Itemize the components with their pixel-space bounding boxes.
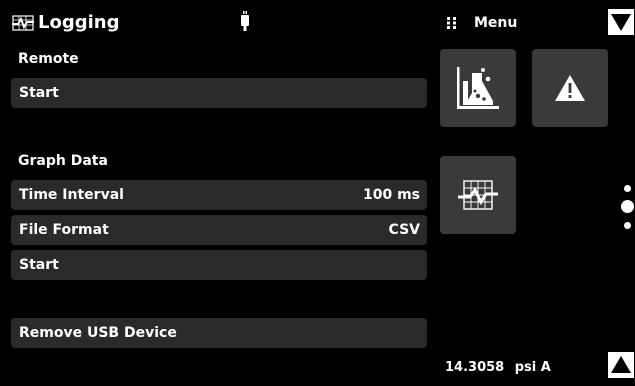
- graph-tile-button[interactable]: [440, 156, 516, 234]
- remote-start-button[interactable]: Start: [11, 78, 427, 108]
- arrow-up-icon: [611, 356, 631, 373]
- section-graph-data-label: Graph Data: [18, 153, 108, 169]
- pressure-unit: psi A: [514, 360, 551, 375]
- warning-tile-button[interactable]: [532, 49, 608, 127]
- remove-usb-button[interactable]: Remove USB Device: [11, 318, 427, 348]
- menu-button[interactable]: Menu: [474, 15, 517, 31]
- graph-icon: [458, 180, 498, 210]
- time-interval-value: 100 ms: [362, 187, 420, 203]
- page-dot-active: [621, 200, 634, 213]
- pressure-value: 14.3058: [445, 360, 505, 375]
- menu-grid-icon[interactable]: [446, 15, 458, 29]
- pressure-reading: 14.3058 psi A: [445, 360, 551, 375]
- scroll-up-button[interactable]: [608, 352, 634, 378]
- file-format-row[interactable]: File Format CSV: [11, 215, 427, 245]
- page-dot: [624, 185, 631, 192]
- scroll-down-button[interactable]: [608, 9, 634, 35]
- graph-start-label: Start: [19, 257, 59, 273]
- lab-tile-button[interactable]: [440, 49, 516, 127]
- time-interval-label: Time Interval: [19, 187, 124, 203]
- lab-flask-icon: [457, 67, 499, 109]
- section-remote-label: Remote: [18, 51, 79, 67]
- arrow-down-icon: [611, 14, 631, 31]
- page-title: Logging: [38, 12, 120, 33]
- remove-usb-label: Remove USB Device: [19, 325, 177, 341]
- logging-graph-icon: [12, 14, 34, 32]
- warning-icon: [555, 75, 585, 101]
- page-dot: [624, 222, 631, 229]
- time-interval-row[interactable]: Time Interval 100 ms: [11, 180, 427, 210]
- page-indicator: [621, 183, 634, 233]
- graph-start-button[interactable]: Start: [11, 250, 427, 280]
- usb-icon: [240, 10, 250, 32]
- file-format-value: CSV: [388, 222, 420, 238]
- file-format-label: File Format: [19, 222, 109, 238]
- remote-start-label: Start: [19, 85, 59, 101]
